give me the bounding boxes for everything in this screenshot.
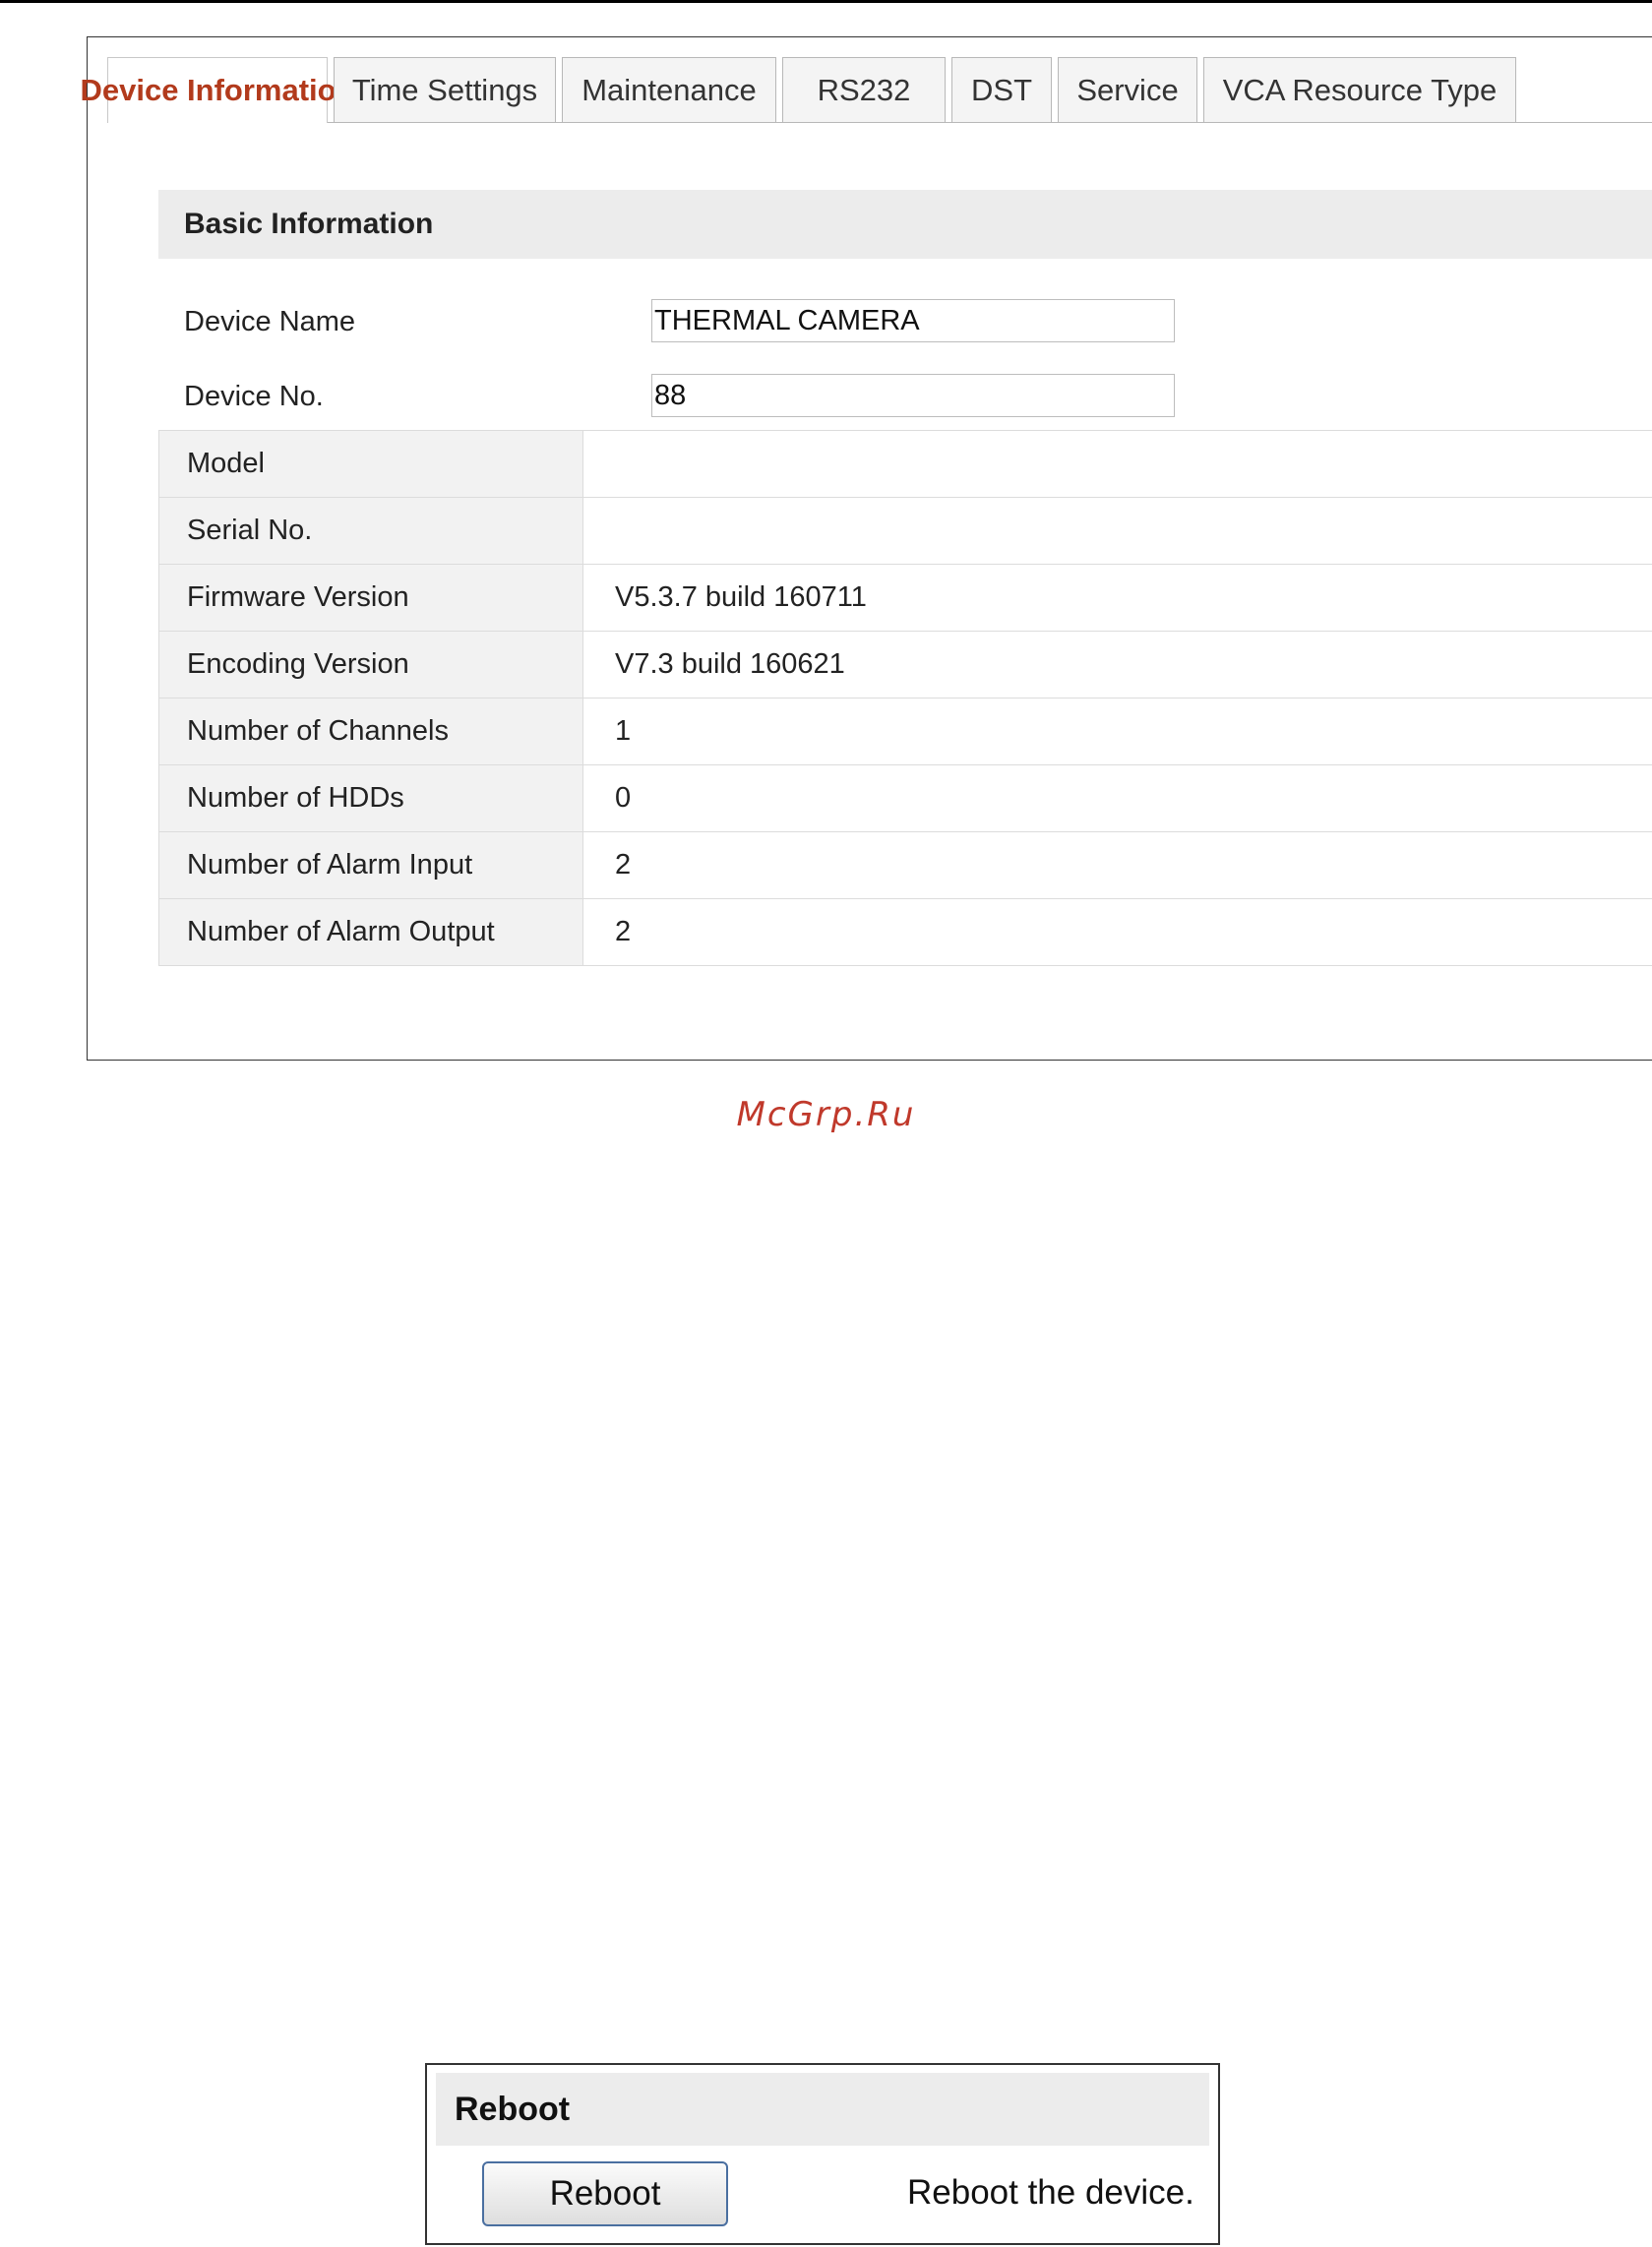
table-row: Firmware Version V5.3.7 build 160711 [158,564,1652,632]
section-title: Basic Information [184,208,434,240]
number-of-alarm-input-value: 2 [582,831,1652,899]
table-row: Encoding Version V7.3 build 160621 [158,631,1652,698]
reboot-title: Reboot [455,2090,571,2128]
tab-label: Service [1076,72,1179,107]
table-row: Number of HDDs 0 [158,764,1652,832]
encoding-version-label: Encoding Version [158,631,583,698]
tab-label: DST [971,72,1032,107]
tab-time-settings[interactable]: Time Settings [334,57,556,122]
device-name-row: Device Name [158,297,1652,346]
device-info-panel: Device Information Time Settings Mainten… [80,36,1652,1061]
model-value [582,430,1652,498]
reboot-panel: Reboot Reboot Reboot the device. [425,2063,1220,2245]
reboot-button[interactable]: Reboot [482,2161,728,2226]
tab-device-information[interactable]: Device Information [80,57,355,123]
tab-maintenance[interactable]: Maintenance [562,57,776,122]
reboot-description: Reboot the device. [907,2173,1194,2212]
firmware-version-label: Firmware Version [158,564,583,632]
number-of-alarm-output-label: Number of Alarm Output [158,898,583,966]
encoding-version-value: V7.3 build 160621 [582,631,1652,698]
serial-no-value [582,497,1652,565]
number-of-hdds-label: Number of HDDs [158,764,583,832]
tab-label: RS232 [817,72,911,107]
device-name-label: Device Name [184,306,356,337]
tab-label: VCA Resource Type [1222,72,1498,107]
tab-bar: Device Information Time Settings Mainten… [80,57,1652,123]
device-no-label: Device No. [184,381,324,412]
tab-rs232[interactable]: RS232 [782,57,946,122]
firmware-version-value: V5.3.7 build 160711 [582,564,1652,632]
table-row: Number of Channels 1 [158,698,1652,765]
tab-label: Time Settings [351,72,538,107]
number-of-alarm-input-label: Number of Alarm Input [158,831,583,899]
device-info-table: Model Serial No. Firmware Version V5.3.7… [158,430,1652,966]
number-of-channels-value: 1 [582,698,1652,765]
table-row: Model [158,430,1652,498]
top-rule [0,0,1652,3]
device-name-input[interactable] [651,299,1175,342]
device-no-input[interactable] [651,374,1175,417]
number-of-hdds-value: 0 [582,764,1652,832]
number-of-channels-label: Number of Channels [158,698,583,765]
tab-vca-resource-type[interactable]: VCA Resource Type [1203,57,1516,122]
table-row: Serial No. [158,497,1652,565]
tab-label: Device Information [80,73,355,107]
tab-dst[interactable]: DST [951,57,1052,122]
reboot-header: Reboot [436,2073,1209,2146]
device-no-row: Device No. [158,372,1652,421]
model-label: Model [158,430,583,498]
tab-service[interactable]: Service [1058,57,1197,122]
tab-label: Maintenance [581,72,757,107]
serial-no-label: Serial No. [158,497,583,565]
table-row: Number of Alarm Output 2 [158,898,1652,966]
watermark-text: McGrp.Ru [736,1095,916,1134]
basic-information-header: Basic Information [158,190,1652,259]
number-of-alarm-output-value: 2 [582,898,1652,966]
table-row: Number of Alarm Input 2 [158,831,1652,899]
